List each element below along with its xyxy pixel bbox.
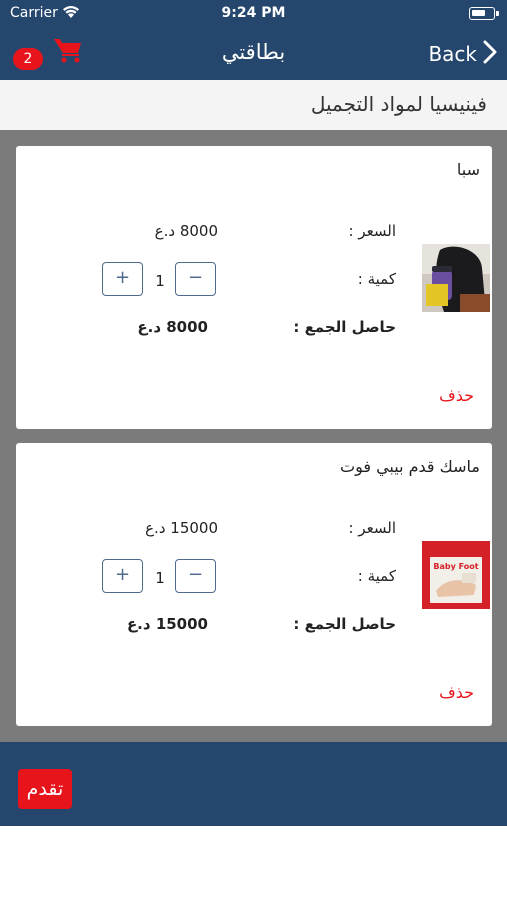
decrement-button[interactable]: − [175, 559, 216, 593]
product-image [422, 244, 490, 312]
increment-button[interactable]: + [102, 262, 143, 296]
shop-header: فينيسيا لمواد التجميل [0, 80, 507, 130]
quantity-label: كمية : [357, 270, 396, 288]
cart-item-card: سبا السعر : 8000 د.ع كمية : − 1 + حاصل ا… [16, 146, 492, 429]
delete-button[interactable]: حذف [439, 683, 474, 702]
total-value: 8000 د.ع [137, 318, 208, 336]
clock: 9:24 PM [221, 5, 286, 21]
back-button[interactable]: Back [428, 38, 497, 70]
status-bar: Carrier 9:24 PM [0, 0, 507, 28]
quantity-label: كمية : [357, 567, 396, 585]
svg-text:Baby Foot: Baby Foot [433, 562, 478, 571]
product-name: سبا [456, 160, 480, 179]
price-value: 15000 د.ع [145, 519, 218, 537]
cart-list: سبا السعر : 8000 د.ع كمية : − 1 + حاصل ا… [0, 130, 507, 742]
price-label: السعر : [348, 222, 396, 240]
plus-icon: + [114, 267, 131, 288]
total-label: حاصل الجمع : [293, 615, 396, 633]
proceed-button[interactable]: تقدم [18, 769, 72, 809]
shop-name: فينيسيا لمواد التجميل [310, 92, 487, 116]
decrement-button[interactable]: − [175, 262, 216, 296]
price-value: 8000 د.ع [154, 222, 218, 240]
back-label: Back [428, 42, 477, 66]
increment-button[interactable]: + [102, 559, 143, 593]
total-value: 15000 د.ع [126, 615, 208, 633]
product-name: ماسك قدم بيبي فوت [340, 457, 480, 476]
nav-bar: 2 بطاقتي Back [0, 28, 507, 80]
quantity-value: 1 [155, 569, 165, 587]
minus-icon: − [187, 267, 204, 288]
price-label: السعر : [348, 519, 396, 537]
checkout-bar: تقدم [0, 742, 507, 826]
delete-button[interactable]: حذف [439, 386, 474, 405]
battery-icon [469, 7, 499, 20]
product-image: Baby Foot [422, 541, 490, 609]
minus-icon: − [187, 564, 204, 585]
cart-item-card: ماسك قدم بيبي فوت Baby Foot السعر : 1500… [16, 443, 492, 726]
total-label: حاصل الجمع : [293, 318, 396, 336]
quantity-value: 1 [155, 272, 165, 290]
chevron-right-icon [483, 40, 497, 68]
plus-icon: + [114, 564, 131, 585]
